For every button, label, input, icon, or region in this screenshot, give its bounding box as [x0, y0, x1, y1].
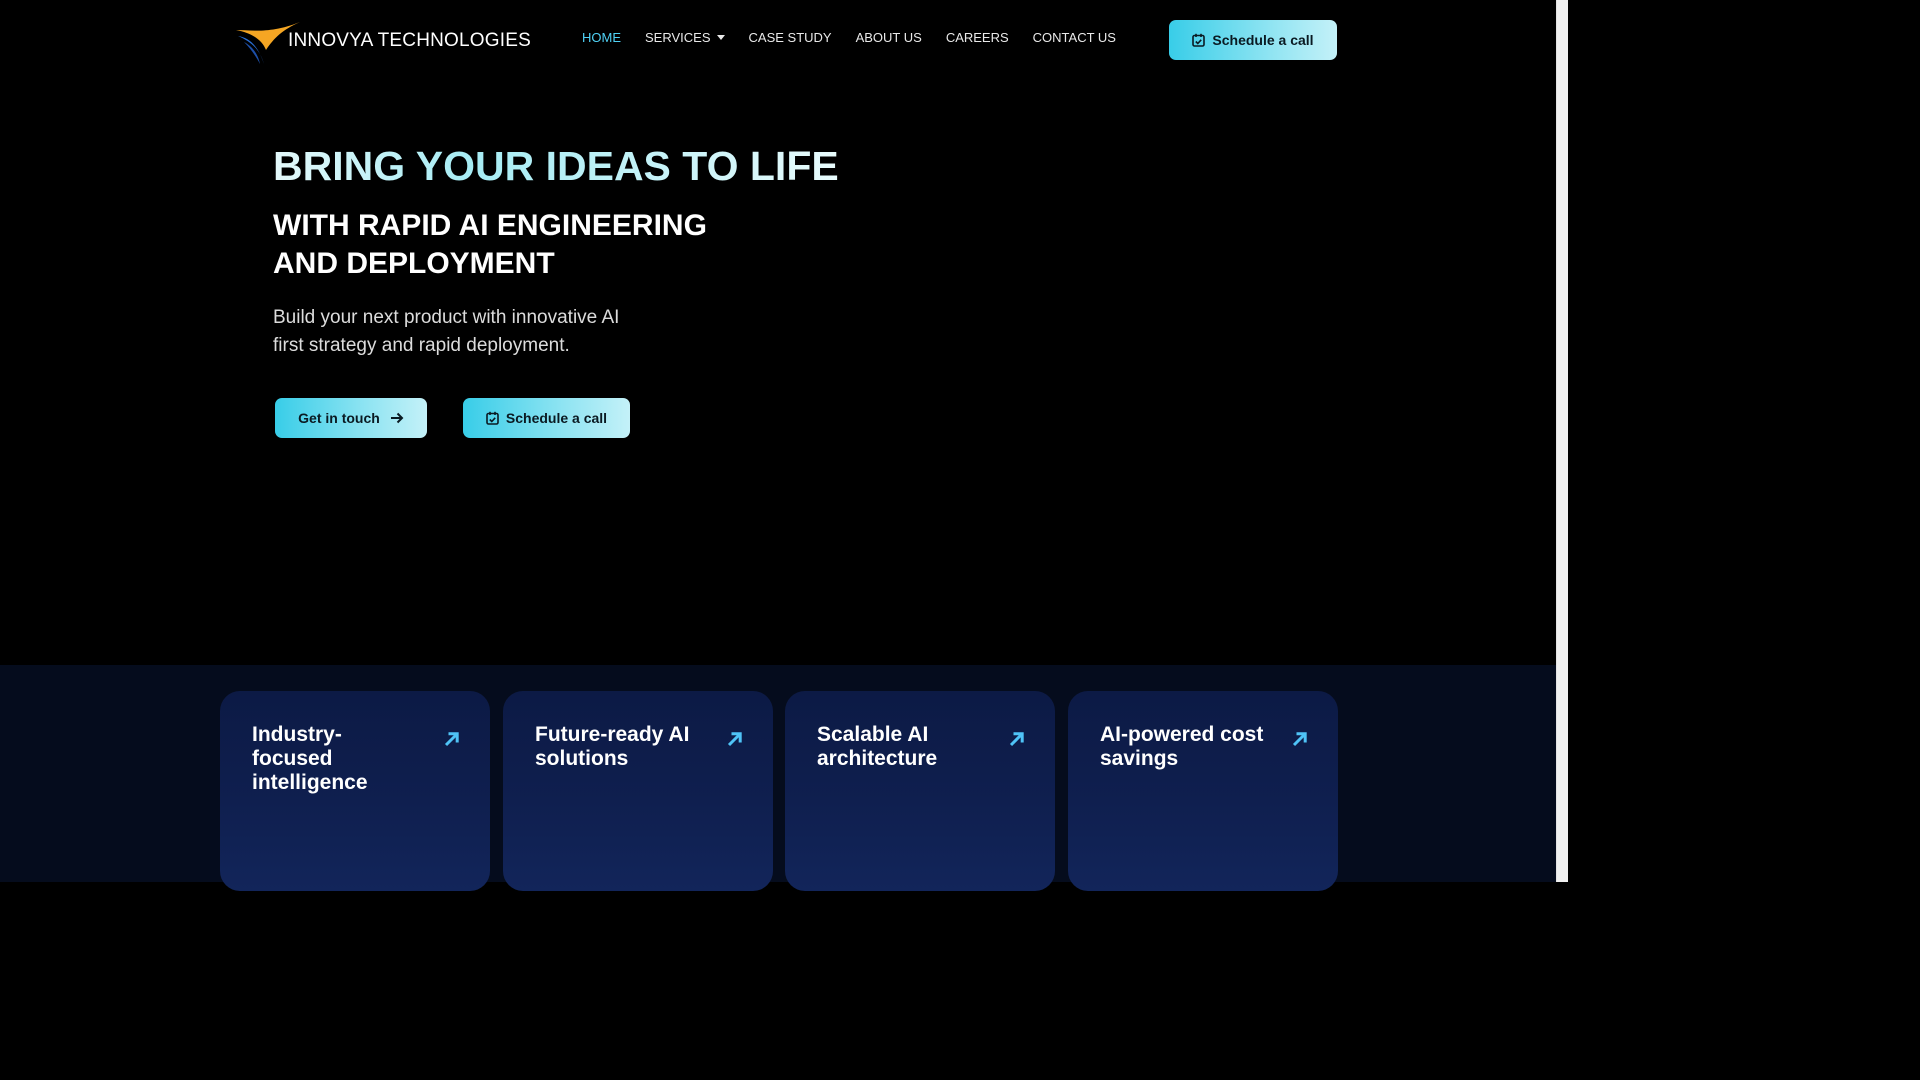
feature-card-title: Future-ready AI solutions	[535, 723, 690, 770]
hero-title: BRING YOUR IDEAS TO LIFE	[273, 143, 839, 189]
hero-subtitle: WITH RAPID AI ENGINEERING AND DEPLOYMENT	[273, 209, 707, 280]
header-schedule-call-label: Schedule a call	[1212, 32, 1314, 48]
feature-card-title: Scalable AI architecture	[817, 723, 938, 770]
nav-careers[interactable]: CAREERS	[946, 30, 1009, 45]
features-section: Industry-focused intelligence Future-rea…	[0, 665, 1556, 891]
nav-home[interactable]: HOME	[582, 30, 621, 45]
hero-schedule-call-label: Schedule a call	[505, 410, 608, 426]
site-header: INNOVYA TECHNOLOGIES HOME SERVICES CASE …	[0, 0, 1556, 80]
feature-card[interactable]: Industry-focused intelligence	[220, 691, 490, 891]
main-nav: HOME SERVICES CASE STUDY ABOUT US CAREER…	[582, 30, 1140, 45]
calendar-check-icon	[486, 411, 499, 425]
header-schedule-call-button[interactable]: Schedule a call	[1169, 20, 1337, 60]
feature-card[interactable]: AI-powered cost savings	[1068, 691, 1338, 891]
hero-description: Build your next product with innovative …	[273, 307, 620, 356]
feature-card-title: Industry-focused intelligence	[252, 723, 368, 794]
get-in-touch-button[interactable]: Get in touch	[275, 398, 427, 438]
arrow-up-right-icon	[1292, 732, 1307, 747]
nav-case-study[interactable]: CASE STUDY	[749, 30, 832, 45]
feature-card-title: AI-powered cost savings	[1100, 723, 1264, 770]
feature-card[interactable]: Future-ready AI solutions	[503, 691, 773, 891]
nav-services-label: SERVICES	[645, 30, 711, 45]
arrow-right-icon	[390, 412, 404, 424]
nav-about-us[interactable]: ABOUT US	[856, 30, 922, 45]
brand-name: INNOVYA TECHNOLOGIES	[288, 30, 531, 51]
brand-logo[interactable]: INNOVYA TECHNOLOGIES	[234, 20, 531, 64]
caret-down-icon	[716, 35, 725, 40]
calendar-check-icon	[1192, 33, 1206, 47]
arrow-up-right-icon	[444, 732, 459, 747]
get-in-touch-label: Get in touch	[298, 410, 380, 426]
feature-card[interactable]: Scalable AI architecture	[785, 691, 1055, 891]
arrow-up-right-icon	[727, 732, 742, 747]
nav-services[interactable]: SERVICES	[645, 30, 725, 45]
hero-schedule-call-button[interactable]: Schedule a call	[463, 398, 630, 438]
nav-contact-us[interactable]: CONTACT US	[1033, 30, 1116, 45]
page-scrollbar[interactable]	[1556, 0, 1568, 882]
arrow-up-right-icon	[1009, 732, 1024, 747]
